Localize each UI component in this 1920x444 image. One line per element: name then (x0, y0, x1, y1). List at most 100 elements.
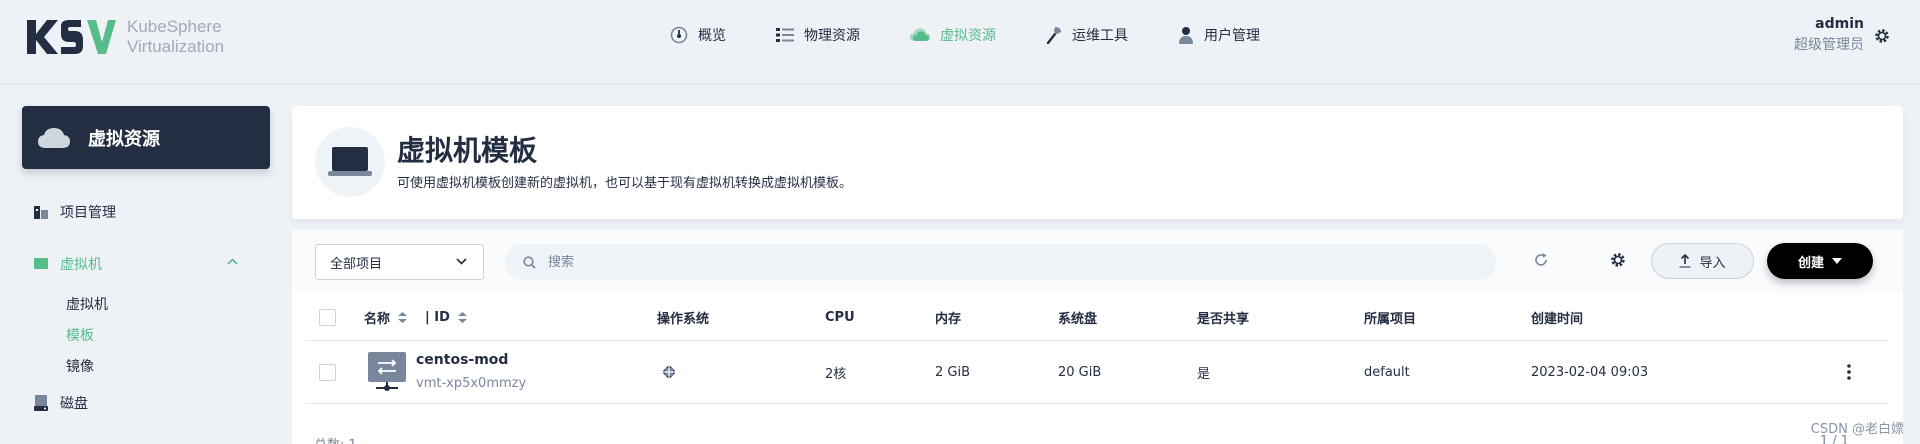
gear-icon[interactable] (1874, 28, 1890, 44)
sidebar-item-projects[interactable]: 项目管理 (34, 200, 264, 224)
caret-down-icon (1832, 258, 1842, 264)
page-icon (315, 127, 385, 197)
user-icon (1179, 27, 1193, 44)
upload-icon (1679, 254, 1691, 268)
shared-cell: 是 (1197, 366, 1211, 382)
chevron-down-icon (456, 258, 467, 265)
page-description: 可使用虚拟机模板创建新的虚拟机，也可以基于现有虚拟机转换成虚拟机模板。 (397, 176, 853, 191)
gear-icon[interactable] (1610, 252, 1626, 268)
col-id-label: | ID (425, 309, 450, 325)
more-vertical-icon[interactable] (1847, 364, 1851, 380)
template-id: vmt-xp5x0mmzy (416, 376, 527, 391)
sidebar-submenu: 虚拟机 模板 镜像 (34, 290, 264, 383)
template-name-link[interactable]: centos-mod (416, 350, 508, 370)
sidebar-item-disk-label: 磁盘 (60, 396, 88, 412)
brand-text: KubeSphere Virtualization (127, 17, 224, 57)
col-disk: 系统盘 (1058, 311, 1098, 327)
disk-cell: 20 GiB (1058, 364, 1102, 380)
row-checkbox[interactable] (319, 363, 336, 381)
import-button[interactable]: 导入 (1651, 243, 1754, 279)
sidebar-title: 虚拟资源 (22, 106, 270, 169)
wrench-icon (1046, 27, 1061, 44)
laptop-icon (328, 147, 372, 176)
user-name: admin (1815, 16, 1864, 32)
col-name-label: 名称 (364, 311, 391, 327)
col-id[interactable]: | ID (425, 294, 467, 340)
sidebar-title-label: 虚拟资源 (88, 128, 160, 150)
search-icon (523, 255, 536, 269)
col-project: 所属项目 (1364, 311, 1417, 327)
logo[interactable]: KubeSphere Virtualization (25, 16, 224, 58)
submenu-item-template[interactable]: 模板 (34, 321, 264, 352)
brand-line-1: KubeSphere (127, 17, 222, 36)
user-info[interactable]: admin 超级管理员 (1794, 14, 1864, 56)
cloud-icon (910, 28, 930, 41)
centos-icon (661, 364, 677, 380)
template-icon-cell (368, 341, 406, 403)
nav-users[interactable]: 用户管理 (1178, 25, 1260, 45)
page-header-card: 虚拟机模板 可使用虚拟机模板创建新的虚拟机，也可以基于现有虚拟机转换成虚拟机模板… (292, 106, 1903, 219)
nav-ops-label: 运维工具 (1072, 28, 1128, 44)
nav-physical[interactable]: 物理资源 (776, 25, 860, 45)
template-icon (368, 352, 406, 391)
chevron-up-icon[interactable] (227, 258, 238, 265)
import-label: 导入 (1699, 255, 1726, 271)
monitor-icon (34, 258, 48, 269)
row-select-cell (319, 341, 336, 403)
sidebar-menu: 项目管理 虚拟机 虚拟机 模板 镜像 磁盘 (34, 200, 264, 415)
created-cell: 2023-02-04 09:03 (1531, 364, 1649, 380)
create-label: 创建 (1797, 255, 1824, 271)
nav-overview[interactable]: 概览 (670, 25, 726, 45)
template-table: 名称 | ID 操作系统 CPU 内存 系统盘 是否共享 所属项目 创建时间 c… (292, 294, 1903, 444)
table-header: 名称 | ID 操作系统 CPU 内存 系统盘 是否共享 所属项目 创建时间 (306, 294, 1888, 341)
sidebar-item-projects-label: 项目管理 (60, 205, 116, 221)
col-cpu: CPU (825, 309, 855, 325)
template-name-cell: centos-mod vmt-xp5x0mmzy (416, 341, 526, 403)
select-all-checkbox[interactable] (319, 308, 336, 326)
sidebar-item-disk[interactable]: 磁盘 (34, 391, 264, 415)
page-title: 虚拟机模板 (397, 134, 538, 167)
nav-overview-label: 概览 (698, 28, 726, 44)
table-row[interactable]: centos-mod vmt-xp5x0mmzy 2核 2 GiB 20 GiB… (306, 341, 1888, 404)
create-button[interactable]: 创建 (1767, 243, 1873, 279)
cpu-cell: 2核 (825, 366, 847, 382)
list-icon (776, 28, 794, 42)
nav-virtual[interactable]: 虚拟资源 (910, 25, 996, 45)
col-created: 创建时间 (1531, 311, 1584, 327)
col-name[interactable]: 名称 (364, 294, 408, 340)
nav-ops[interactable]: 运维工具 (1046, 25, 1128, 45)
ksv-logo-icon (27, 20, 116, 54)
toolbar: 全部项目 导入 创建 (292, 230, 1903, 294)
sidebar-item-vm-label: 虚拟机 (60, 257, 102, 273)
submenu-item-image[interactable]: 镜像 (34, 352, 264, 383)
nav-virtual-label: 虚拟资源 (940, 28, 996, 44)
submenu-item-vm[interactable]: 虚拟机 (34, 290, 264, 321)
select-all-cell (319, 294, 336, 340)
project-select-value: 全部项目 (330, 256, 383, 272)
watermark: CSDN @老白嫖 (1810, 422, 1904, 437)
col-shared: 是否共享 (1197, 311, 1250, 327)
refresh-icon[interactable] (1533, 252, 1549, 268)
top-nav: 概览 物理资源 虚拟资源 运维工具 用户管理 (670, 22, 1310, 48)
sidebar-item-vm[interactable]: 虚拟机 (34, 252, 264, 276)
cloud-icon (38, 127, 70, 148)
project-select[interactable]: 全部项目 (315, 244, 484, 280)
memory-cell: 2 GiB (935, 364, 971, 380)
sort-icon[interactable] (457, 311, 467, 323)
sort-icon[interactable] (398, 311, 408, 323)
project-cell: default (1364, 364, 1410, 380)
brand-line-2: Virtualization (127, 37, 225, 56)
building-icon (34, 206, 48, 219)
search-box[interactable] (505, 244, 1496, 280)
top-bar: KubeSphere Virtualization 概览 物理资源 虚拟资源 运… (0, 0, 1920, 83)
nav-users-label: 用户管理 (1204, 28, 1260, 44)
total-count: 总数: 1 (314, 434, 357, 444)
col-memory: 内存 (935, 311, 962, 327)
user-role: 超级管理员 (1794, 37, 1864, 53)
row-more-cell (1847, 341, 1851, 403)
os-cell (660, 341, 678, 403)
col-os: 操作系统 (657, 311, 710, 327)
disk-icon (34, 395, 48, 411)
nav-physical-label: 物理资源 (804, 28, 860, 44)
search-input[interactable] (548, 254, 1448, 270)
